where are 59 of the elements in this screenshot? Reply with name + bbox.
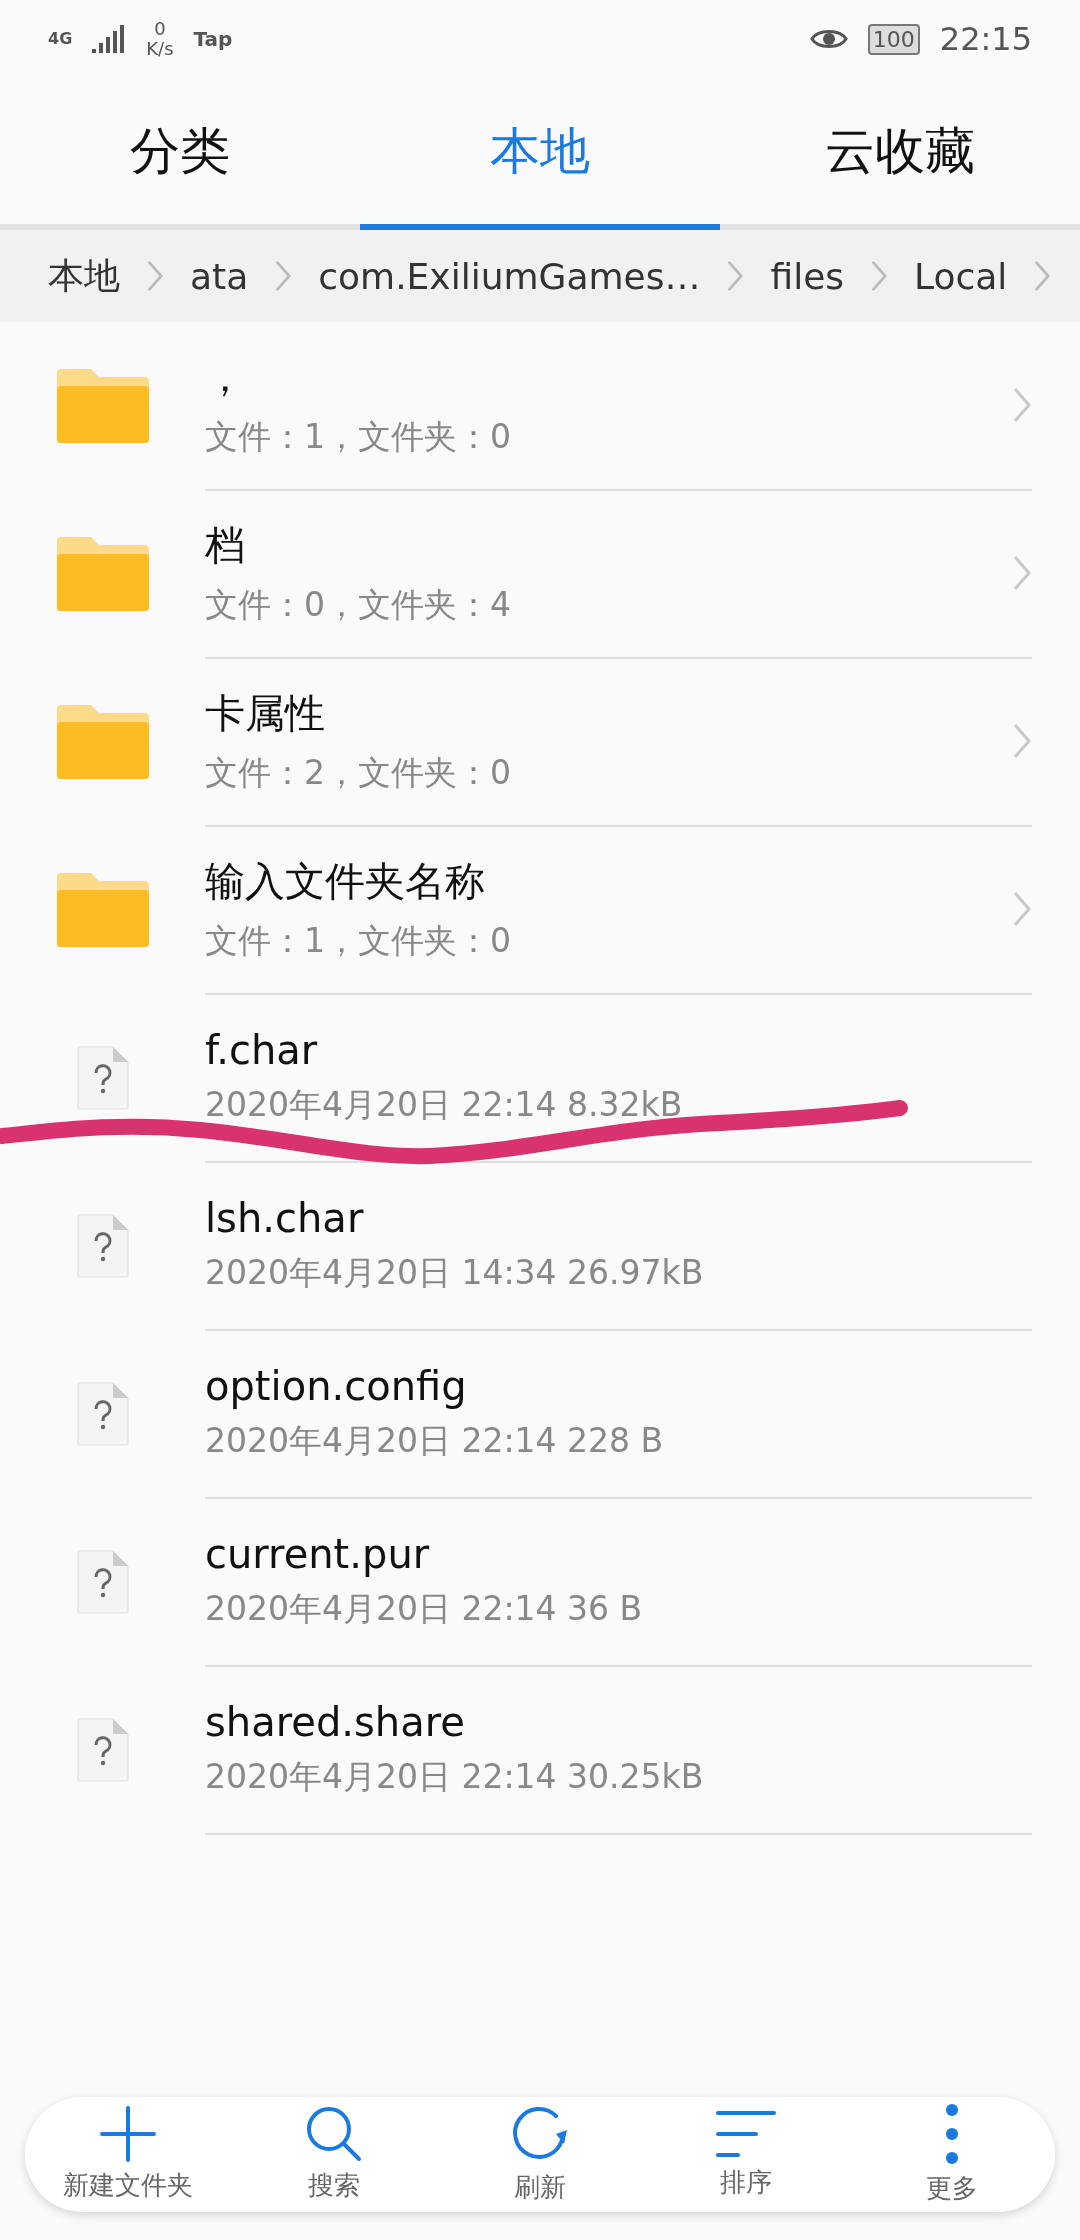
- breadcrumb-item[interactable]: 本地: [48, 251, 120, 301]
- chevron-icon: [1033, 260, 1052, 292]
- item-details: 2020年4月20日 14:34 26.97kB: [205, 1251, 705, 1294]
- chevron-icon: [870, 260, 889, 292]
- more-icon: [945, 2103, 959, 2165]
- item-details: 文件：2，文件夹：0: [205, 752, 512, 794]
- item-details: 2020年4月20日 22:14 8.32kB: [205, 1083, 684, 1126]
- chevron-icon: [726, 260, 745, 292]
- plus-icon: [100, 2106, 156, 2162]
- toolbar-button[interactable]: 新建文件夹: [25, 2097, 231, 2212]
- item-name[interactable]: ，: [205, 350, 1012, 405]
- breadcrumb-item[interactable]: ata: [190, 255, 249, 297]
- item-details: 文件：1，文件夹：0: [205, 920, 512, 962]
- sort-icon: [715, 2109, 777, 2159]
- unknown-file-icon: [76, 1046, 129, 1110]
- item-name[interactable]: shared.share: [205, 1698, 1032, 1745]
- folder-icon: [56, 705, 149, 779]
- item-details: 文件：0，文件夹：4: [205, 584, 512, 626]
- chevron-icon: [146, 260, 164, 292]
- unknown-file-icon: [76, 1718, 129, 1782]
- unknown-file-icon: [76, 1382, 129, 1446]
- clock-time: 22:15: [939, 20, 1032, 58]
- item-details: 文件：1，文件夹：0: [205, 416, 512, 458]
- folder-icon: [56, 873, 149, 947]
- battery-level: 100: [867, 23, 920, 55]
- toolbar-button[interactable]: 搜索: [231, 2097, 437, 2212]
- network-type: 4G: [48, 31, 73, 47]
- carrier-label: Tap: [193, 29, 233, 49]
- chevron-icon: [1012, 555, 1032, 591]
- speed-value: 0: [154, 20, 166, 38]
- folder-icon: [56, 369, 149, 443]
- item-name[interactable]: 档: [205, 518, 1012, 573]
- item-details: 2020年4月20日 22:14 30.25kB: [205, 1755, 705, 1798]
- tab[interactable]: 云收藏: [720, 78, 1080, 230]
- item-name[interactable]: lsh.char: [205, 1194, 1032, 1241]
- signal-icon: [92, 25, 127, 53]
- search-icon: [306, 2106, 362, 2162]
- toolbar-button[interactable]: 刷新: [437, 2097, 643, 2212]
- item-name[interactable]: f.char: [205, 1026, 1032, 1073]
- chevron-icon: [274, 260, 293, 292]
- unknown-file-icon: [76, 1214, 129, 1278]
- item-name[interactable]: option.config: [205, 1362, 1032, 1409]
- chevron-icon: [1012, 387, 1032, 423]
- toolbar-button[interactable]: 更多: [849, 2097, 1055, 2212]
- item-name[interactable]: 卡属性: [205, 686, 1012, 741]
- item-details: 2020年4月20日 22:14 228 B: [205, 1419, 665, 1462]
- chevron-icon: [1012, 891, 1032, 927]
- item-name[interactable]: current.pur: [205, 1530, 1032, 1577]
- unknown-file-icon: [76, 1550, 129, 1614]
- breadcrumb-item[interactable]: Local: [914, 255, 1008, 297]
- chevron-icon: [1012, 723, 1032, 759]
- folder-icon: [56, 537, 149, 611]
- breadcrumb-item[interactable]: com.ExiliumGames…: [318, 255, 701, 297]
- item-details: 2020年4月20日 22:14 36 B: [205, 1587, 644, 1630]
- toolbar-button[interactable]: 排序: [643, 2097, 849, 2212]
- breadcrumb-item[interactable]: files: [770, 255, 845, 297]
- tab[interactable]: 分类: [0, 78, 360, 230]
- speed-unit: K/s: [146, 40, 174, 58]
- item-name[interactable]: 输入文件夹名称: [205, 854, 1012, 909]
